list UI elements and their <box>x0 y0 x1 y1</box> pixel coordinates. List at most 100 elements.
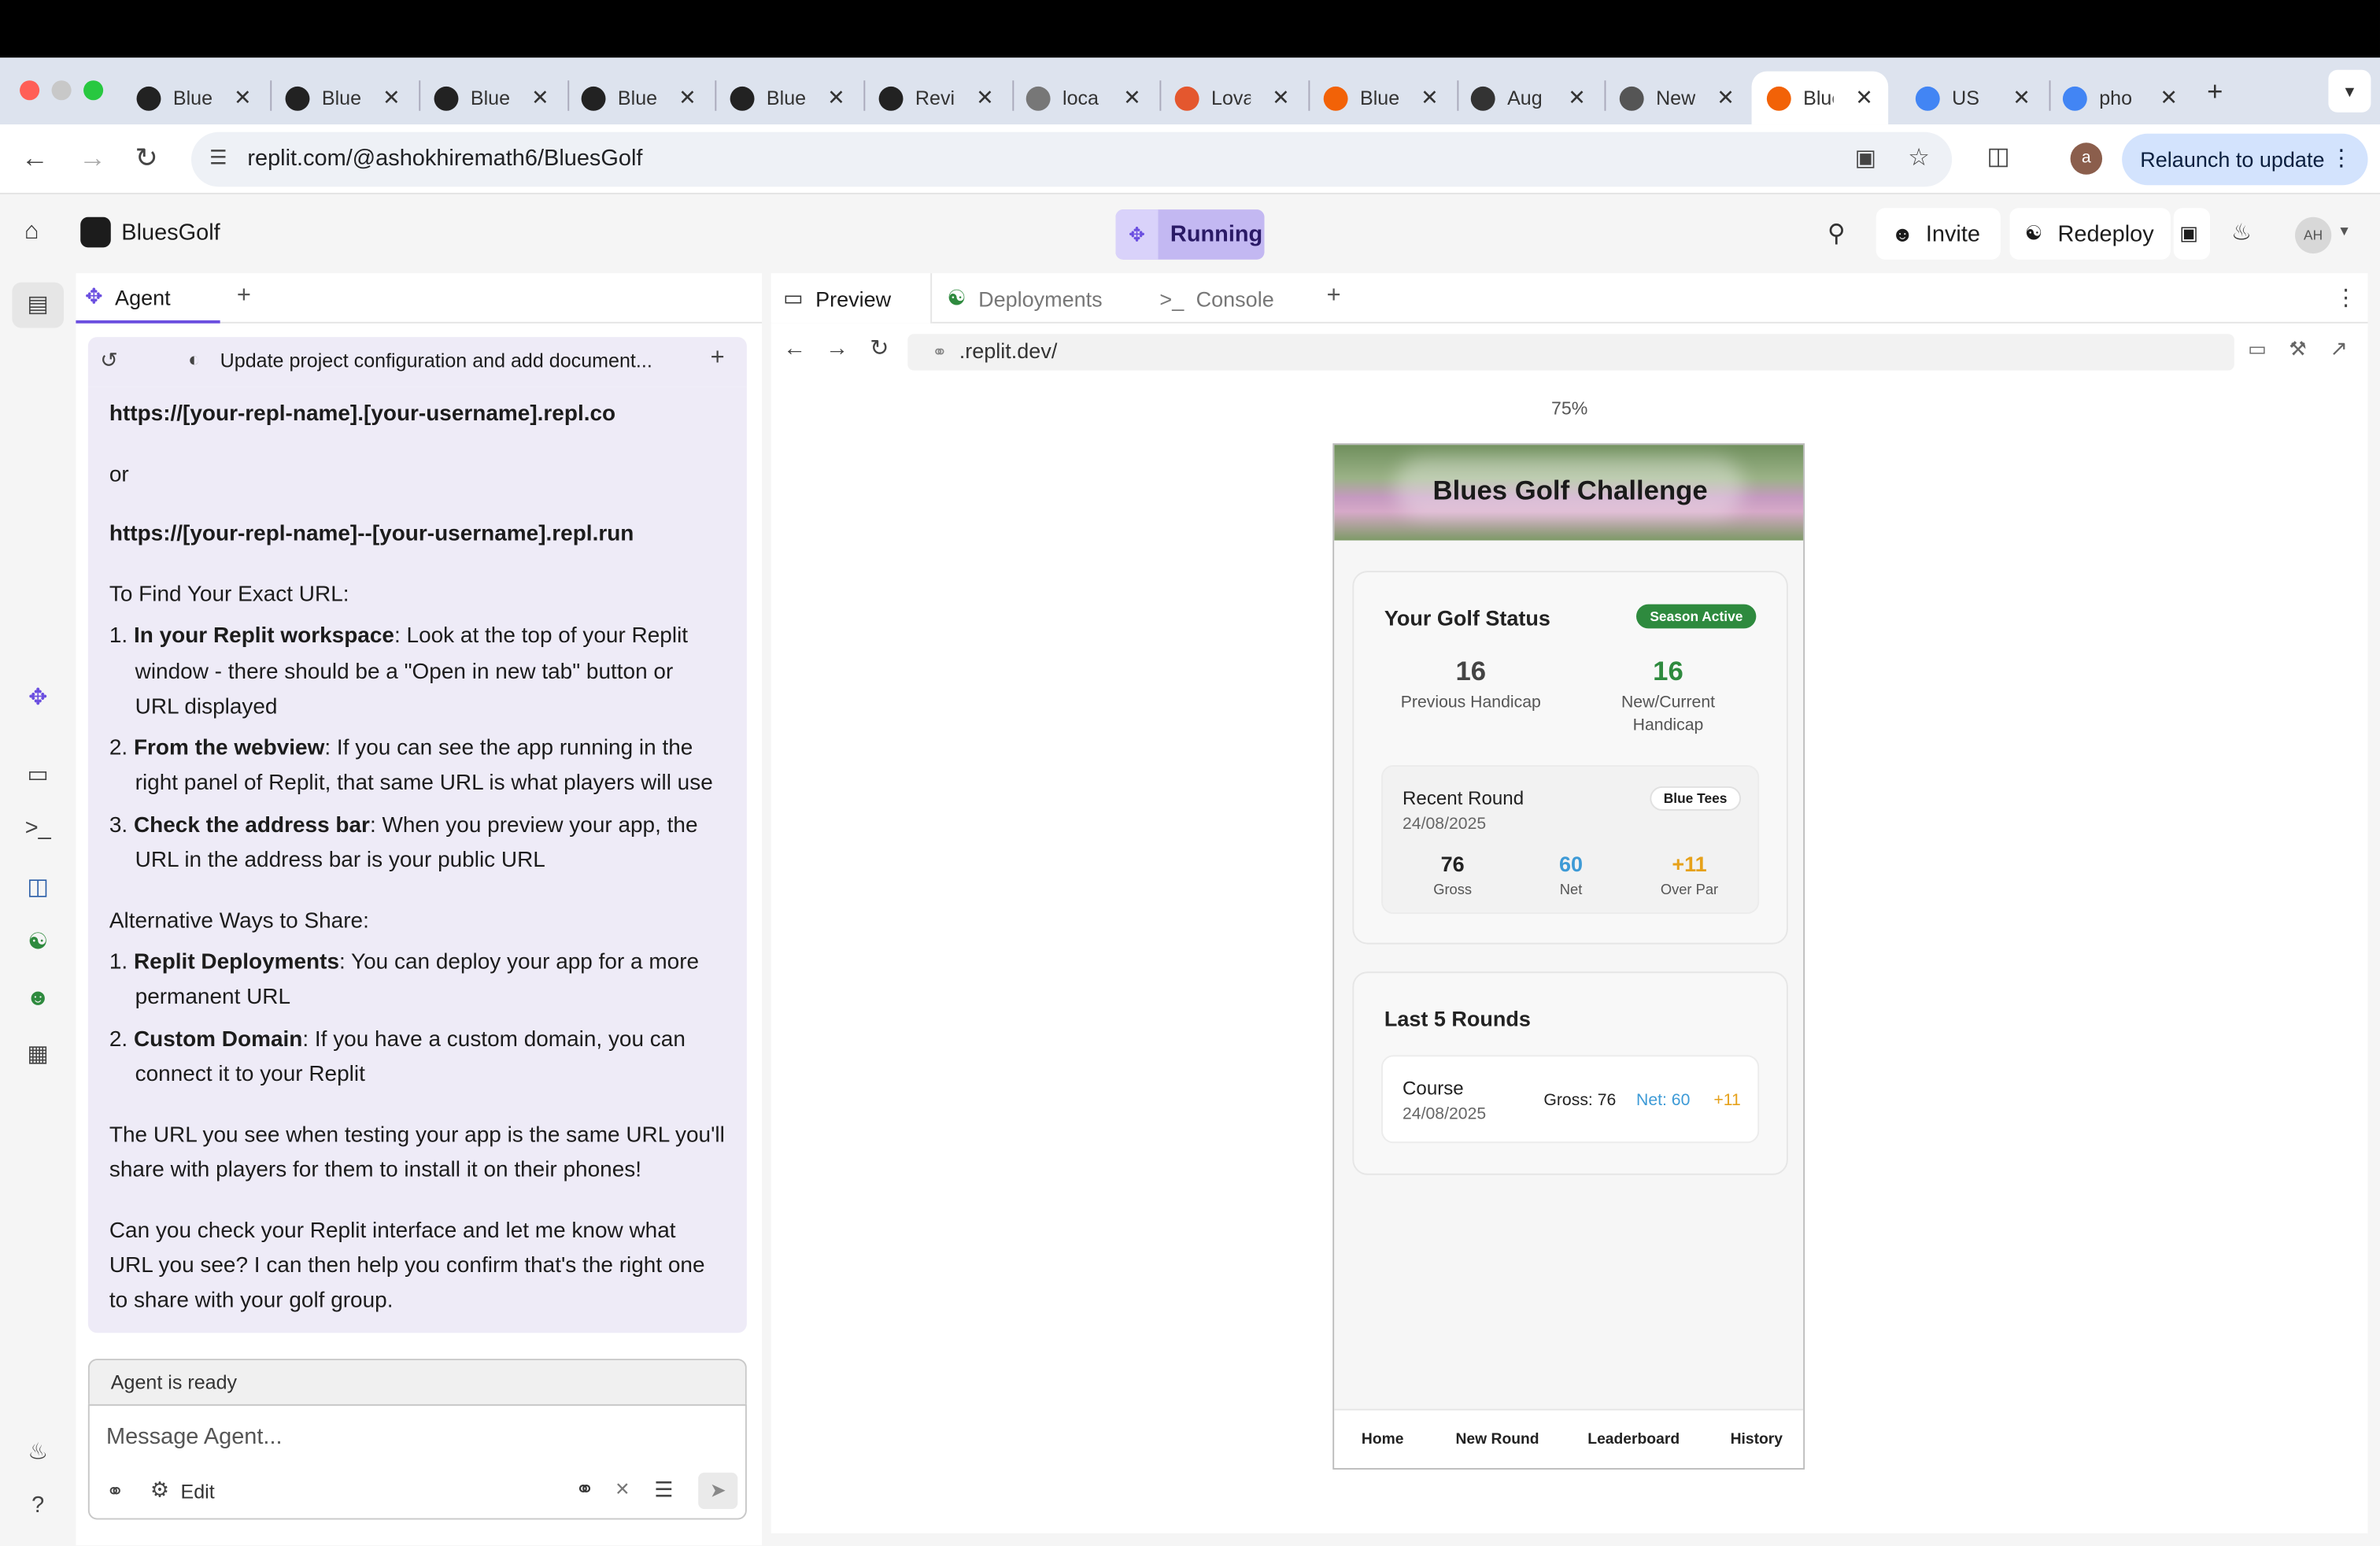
apps-grid-icon[interactable]: ▦ <box>21 1040 54 1067</box>
history-icon[interactable]: ↺ <box>100 348 118 374</box>
close-window-dot[interactable] <box>20 80 40 101</box>
redeploy-options-button[interactable]: ▣ <box>2173 208 2210 260</box>
extensions-icon[interactable]: ◫ <box>1986 141 2009 172</box>
nav-home[interactable]: Home <box>1362 1432 1404 1448</box>
browser-tab[interactable]: Lova ✕ <box>1174 72 1290 124</box>
close-tab-icon[interactable]: ✕ <box>1421 85 1439 111</box>
browser-tab[interactable]: Blue ✕ <box>581 72 697 124</box>
message-input[interactable]: Message Agent... <box>106 1424 283 1450</box>
home-icon[interactable]: ⌂ <box>24 219 39 246</box>
close-tab-icon[interactable]: ✕ <box>976 85 994 111</box>
sliders-icon[interactable]: ☰ <box>654 1477 673 1503</box>
thread-header: ↺ ◐ Update project configuration and add… <box>87 337 747 387</box>
console-icon[interactable]: >_ <box>21 816 54 841</box>
browser-tab[interactable]: Blue ✕ <box>136 72 252 124</box>
notifications-icon[interactable]: ♨ <box>2231 219 2252 246</box>
redeploy-button[interactable]: ☯ Redeploy <box>2009 208 2171 260</box>
add-pane-icon[interactable]: + <box>1327 283 1341 310</box>
close-tab-icon[interactable]: ✕ <box>1855 85 1873 111</box>
browser-tab[interactable]: US ✕ <box>1915 72 2031 124</box>
close-tab-icon[interactable]: ✕ <box>1123 85 1141 111</box>
tab-search-icon[interactable]: ▾ <box>2328 69 2371 113</box>
site-info-icon[interactable]: ☰ <box>209 146 227 170</box>
close-tab-icon[interactable]: ✕ <box>1717 85 1735 111</box>
chevron-down-icon[interactable]: ▼ <box>2338 223 2351 238</box>
browser-tab[interactable]: pho ✕ <box>2062 72 2178 124</box>
round-row[interactable]: Course 24/08/2025 Gross: 76 Net: 60 +11 <box>1380 1055 1760 1144</box>
close-tab-icon[interactable]: ✕ <box>234 85 252 111</box>
project-name[interactable]: BluesGolf <box>121 220 220 246</box>
devices-icon[interactable]: ▭ <box>2248 337 2267 361</box>
deployments-icon[interactable]: ☯ <box>21 927 54 955</box>
tab-agent[interactable]: ✥ Agent <box>76 273 220 324</box>
thread-title[interactable]: Update project configuration and add doc… <box>220 350 652 372</box>
preview-reload-icon[interactable]: ↻ <box>870 334 889 361</box>
screen: Blue ✕ Blue ✕ Blue ✕ Blue ✕ Blue ✕ Revi ✕ loca ✕ Lova ✕… <box>0 0 2380 1546</box>
devtools-icon[interactable]: ⚒ <box>2289 337 2306 361</box>
attach-icon[interactable]: ⚭ <box>106 1478 124 1504</box>
round-course: Course <box>1402 1078 1464 1100</box>
browser-tab[interactable]: Blue ✕ <box>285 72 401 124</box>
browser-tab[interactable]: Aug ✕ <box>1470 72 1586 124</box>
send-icon[interactable]: ➤ <box>698 1472 738 1509</box>
close-tab-icon[interactable]: ✕ <box>382 85 401 111</box>
user-avatar[interactable]: AH <box>2294 216 2332 254</box>
close-tab-icon[interactable]: ✕ <box>1272 85 1290 111</box>
agent-icon[interactable]: ✥ <box>21 683 54 711</box>
browser-tab[interactable]: loca ✕ <box>1026 72 1141 124</box>
reload-icon[interactable]: ↻ <box>135 142 158 174</box>
search-icon[interactable]: ⚲ <box>1828 219 1846 250</box>
close-tab-icon[interactable]: ✕ <box>1568 85 1586 111</box>
invite-button[interactable]: ☻ Invite <box>1876 208 2001 260</box>
browser-tab[interactable]: Blue ✕ <box>730 72 845 124</box>
more-vert-icon[interactable]: ⋮ <box>2330 144 2352 172</box>
more-options-icon[interactable]: ⋮ <box>2334 284 2357 312</box>
install-app-icon[interactable]: ▣ <box>1855 144 1876 172</box>
back-icon[interactable]: ← <box>21 142 49 174</box>
browser-tab[interactable]: Blue ✕ <box>1751 71 1889 125</box>
nav-history[interactable]: History <box>1731 1432 1783 1448</box>
nav-new-round[interactable]: New Round <box>1455 1432 1539 1448</box>
minimize-window-dot[interactable] <box>51 80 72 101</box>
close-tab-icon[interactable]: ✕ <box>827 85 845 111</box>
relaunch-button[interactable]: Relaunch to update ⋮ <box>2122 133 2368 186</box>
tab-preview[interactable]: ▭ Preview <box>771 273 933 324</box>
address-bar[interactable]: ☰ replit.com/@ashokhiremath6/BluesGolf ▣… <box>190 131 1953 187</box>
preview-icon[interactable]: ▭ <box>21 760 54 788</box>
run-status-button[interactable]: ✥ Running <box>1115 209 1265 260</box>
close-icon[interactable]: ✕ <box>615 1478 630 1500</box>
browser-tab[interactable]: Blue ✕ <box>434 72 549 124</box>
close-tab-icon[interactable]: ✕ <box>678 85 697 111</box>
chat-line: URL displayed <box>135 695 278 720</box>
help-icon[interactable]: ? <box>21 1492 54 1518</box>
current-handicap-label-line2: Handicap <box>1632 716 1704 735</box>
new-thread-icon[interactable]: + <box>711 345 725 372</box>
chat-line: 1. In your Replit workspace: Look at the… <box>109 623 689 649</box>
add-tab-icon[interactable]: + <box>237 283 251 310</box>
close-tab-icon[interactable]: ✕ <box>2160 85 2178 111</box>
maximize-window-dot[interactable] <box>83 80 104 101</box>
settings-icon[interactable]: ⚙ <box>150 1477 169 1503</box>
edit-mode-label[interactable]: Edit <box>180 1480 214 1503</box>
tab-console[interactable]: >_ Console <box>1148 273 1308 324</box>
open-new-tab-icon[interactable]: ↗ <box>2330 335 2348 361</box>
preview-forward-icon[interactable]: → <box>826 335 848 361</box>
forward-icon[interactable]: → <box>79 142 106 174</box>
user-check-icon[interactable]: ☻ <box>21 986 54 1012</box>
files-icon[interactable]: ▤ <box>12 282 64 328</box>
preview-back-icon[interactable]: ← <box>783 335 806 361</box>
web-search-icon[interactable]: ⚭ <box>575 1476 594 1503</box>
new-tab-icon[interactable]: + <box>2207 76 2223 107</box>
browser-tab[interactable]: Blue ✕ <box>1323 72 1439 124</box>
tab-deployments[interactable]: ☯ Deployments <box>935 273 1144 324</box>
close-tab-icon[interactable]: ✕ <box>2012 85 2031 111</box>
bookmark-star-icon[interactable]: ☆ <box>1908 142 1930 173</box>
browser-tab[interactable]: New ✕ <box>1619 72 1735 124</box>
preview-url-field[interactable]: ⚭ .replit.dev/ <box>907 334 2234 371</box>
browser-tab[interactable]: Revi ✕ <box>878 72 994 124</box>
close-tab-icon[interactable]: ✕ <box>531 85 549 111</box>
profile-avatar[interactable]: a <box>2070 142 2103 175</box>
database-icon[interactable]: ◫ <box>21 873 54 901</box>
nav-leaderboard[interactable]: Leaderboard <box>1587 1432 1680 1448</box>
alerts-icon[interactable]: ♨ <box>21 1437 54 1465</box>
